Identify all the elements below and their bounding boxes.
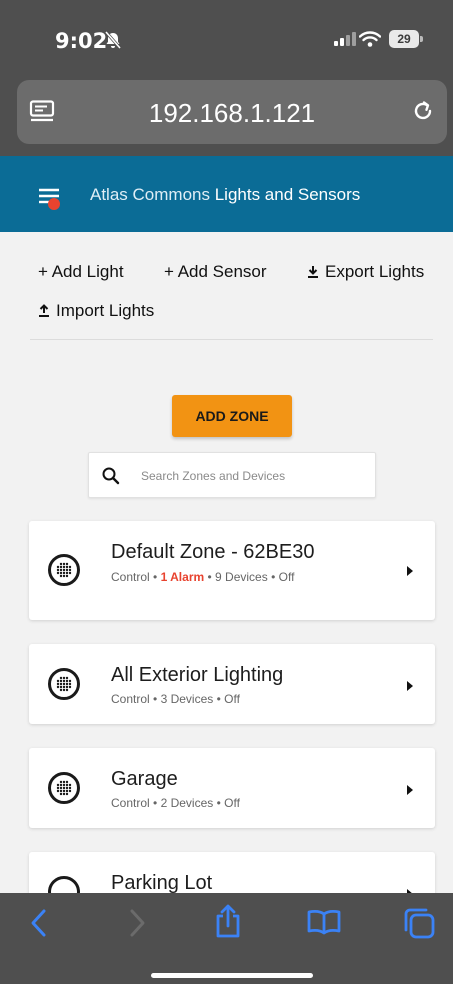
export-lights-link[interactable]: Export Lights: [307, 262, 424, 282]
meta-separator: •: [153, 796, 158, 810]
meta-separator: •: [216, 796, 221, 810]
reload-icon[interactable]: [409, 97, 437, 125]
zone-state: Off: [278, 570, 295, 584]
zone-type: Control: [111, 692, 150, 706]
zone-meta: Control • 3 Devices • Off: [111, 691, 361, 707]
zone-name: All Exterior Lighting: [111, 664, 284, 686]
upload-icon: [39, 304, 49, 317]
forward-icon: [130, 909, 145, 937]
meta-separator: •: [216, 692, 221, 706]
share-icon[interactable]: [213, 903, 243, 939]
divider: [30, 339, 433, 340]
add-sensor-label: + Add Sensor: [164, 262, 267, 281]
url-text: 192.168.1.121: [148, 98, 316, 128]
zone-light-icon: [48, 772, 80, 804]
import-lights-label: Import Lights: [56, 301, 155, 320]
chevron-right-icon: [407, 681, 413, 691]
zone-card[interactable]: Default Zone - 62BE30 Control • 1 Alarm …: [29, 521, 435, 620]
zone-meta: Control • 2 Devices • Off: [111, 795, 361, 811]
meta-separator: •: [153, 570, 158, 584]
home-indicator: [151, 973, 313, 978]
tabs-icon[interactable]: [402, 906, 436, 940]
address-bar[interactable]: 192.168.1.121: [17, 80, 447, 144]
zone-devices: 3 Devices: [160, 692, 214, 706]
app-header: Atlas Commons Lights and Sensors: [0, 156, 453, 232]
bookmarks-icon[interactable]: [306, 908, 342, 936]
zone-alarm: 1 Alarm: [160, 570, 205, 584]
add-sensor-link[interactable]: + Add Sensor: [164, 262, 267, 282]
zone-devices: 9 Devices: [215, 570, 268, 584]
search-box[interactable]: [88, 452, 376, 498]
zone-light-icon: [48, 554, 80, 586]
search-icon: [102, 467, 120, 485]
signal-icon: [334, 32, 356, 46]
chevron-right-icon: [407, 566, 413, 576]
zone-light-icon: [48, 668, 80, 700]
meta-separator: •: [207, 570, 212, 584]
meta-separator: •: [153, 692, 158, 706]
export-lights-label: Export Lights: [325, 262, 425, 281]
chevron-right-icon: [407, 785, 413, 795]
status-bar: 9:02 29: [0, 0, 453, 80]
zone-card[interactable]: All Exterior Lighting Control • 3 Device…: [29, 644, 435, 724]
bell-muted-icon: [104, 31, 122, 49]
download-icon: [308, 266, 318, 278]
zone-type: Control: [111, 570, 150, 584]
add-light-label: + Add Light: [38, 262, 124, 281]
battery-indicator: 29: [389, 30, 423, 48]
browser-toolbar: [0, 893, 453, 984]
zone-name: Default Zone - 62BE30: [111, 541, 315, 563]
page-title: Lights and Sensors: [214, 185, 361, 204]
app-title: Atlas Commons Lights and Sensors: [90, 185, 360, 205]
add-zone-button[interactable]: ADD ZONE: [172, 395, 292, 437]
add-light-link[interactable]: + Add Light: [38, 262, 124, 282]
menu-notification-icon[interactable]: [37, 186, 65, 212]
import-lights-link[interactable]: Import Lights: [38, 301, 154, 321]
search-input[interactable]: [141, 465, 361, 487]
zone-name: Parking Lot: [111, 872, 213, 894]
zone-type: Control: [111, 796, 150, 810]
zone-card[interactable]: Garage Control • 2 Devices • Off: [29, 748, 435, 828]
browser-address-area: 192.168.1.121: [0, 80, 453, 156]
meta-separator: •: [271, 570, 276, 584]
wifi-icon: [359, 31, 381, 47]
zone-state: Off: [224, 796, 240, 810]
zone-name: Garage: [111, 768, 178, 790]
back-icon[interactable]: [28, 907, 50, 939]
status-time: 9:02: [55, 29, 108, 53]
zone-state: Off: [224, 692, 240, 706]
phone-screen: 9:02 29 192.168.1.121 Atlas Commons Ligh…: [0, 0, 453, 984]
site-name: Atlas Commons: [90, 185, 210, 204]
zone-meta: Control • 1 Alarm • 9 Devices • Off: [111, 569, 361, 585]
zone-devices: 2 Devices: [160, 796, 214, 810]
